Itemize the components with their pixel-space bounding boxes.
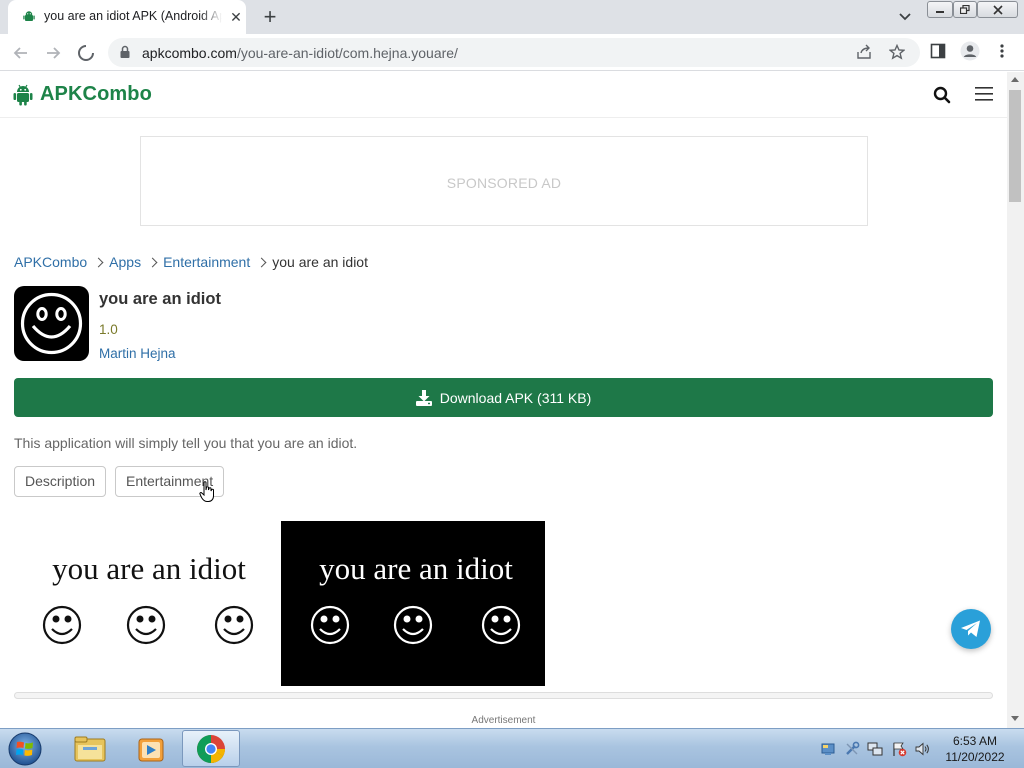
- restore-icon: [960, 5, 970, 14]
- browser-tab-strip: you are an idiot APK (Android App) - Fre…: [0, 0, 1024, 34]
- windows-start-button[interactable]: [5, 731, 45, 767]
- address-url: apkcombo.com/you-are-an-idiot/com.hejna.…: [142, 45, 458, 61]
- clock-date: 11/20/2022: [945, 750, 1005, 764]
- smiley-face-icon: [310, 605, 350, 645]
- url-host: apkcombo.com: [142, 45, 237, 61]
- android-robot-icon: [13, 84, 33, 106]
- lock-icon: [120, 45, 130, 58]
- folder-icon: [74, 736, 106, 762]
- smiley-face-icon: [481, 605, 521, 645]
- forward-arrow-icon[interactable]: [42, 42, 64, 64]
- breadcrumb-chevron-icon: [256, 257, 267, 267]
- apkcombo-logo[interactable]: APKCombo: [12, 81, 152, 107]
- download-icon: [415, 389, 432, 406]
- breadcrumb-current: you are an idiot: [272, 254, 368, 270]
- new-tab-button[interactable]: +: [258, 6, 282, 28]
- minimize-window-button[interactable]: [927, 1, 953, 18]
- windows-taskbar: 6:53 AM 11/20/2022: [0, 728, 1024, 768]
- chrome-icon: [197, 735, 225, 763]
- breadcrumb-chevron-icon: [147, 257, 158, 267]
- side-panel-icon[interactable]: [930, 42, 946, 60]
- web-page: APKCombo SPONSORED AD APKCombo Apps Ente…: [0, 72, 1007, 728]
- address-bar[interactable]: apkcombo.com/you-are-an-idiot/com.hejna.…: [108, 38, 920, 67]
- advertisement-label: Advertisement: [471, 715, 536, 726]
- app-screenshot-light[interactable]: you are an idiot: [14, 521, 278, 686]
- sponsored-ad-label: SPONSORED AD: [446, 175, 562, 191]
- telegram-icon: [961, 620, 980, 637]
- brand-name: APKCombo: [40, 82, 152, 105]
- browser-tab-active[interactable]: you are an idiot APK (Android App) - Fre…: [8, 0, 246, 34]
- back-arrow-icon[interactable]: [10, 42, 32, 64]
- profile-avatar-icon[interactable]: [960, 41, 980, 61]
- hand-pointer-cursor-icon: [199, 481, 214, 502]
- tray-volume-icon[interactable]: [914, 741, 930, 757]
- breadcrumb: APKCombo Apps Entertainment you are an i…: [14, 254, 368, 270]
- smiley-face-icon: [20, 292, 83, 355]
- tray-action-center-flag-icon[interactable]: [891, 741, 907, 757]
- taskbar-clock[interactable]: 6:53 AM 11/20/2022: [935, 733, 1015, 765]
- description-tag-button[interactable]: Description: [14, 466, 107, 497]
- content-divider: [14, 692, 993, 699]
- loading-spinner-icon[interactable]: [75, 42, 97, 64]
- page-scrollbar[interactable]: [1007, 72, 1024, 728]
- share-icon[interactable]: [856, 44, 872, 60]
- hamburger-menu-icon[interactable]: [975, 86, 993, 102]
- smiley-face-icon: [393, 605, 433, 645]
- taskbar-chrome-button[interactable]: [182, 730, 240, 767]
- breadcrumb-link-entertainment[interactable]: Entertainment: [163, 254, 250, 270]
- sponsored-ad-placeholder[interactable]: SPONSORED AD: [140, 136, 868, 226]
- app-title: you are an idiot: [99, 290, 221, 308]
- media-player-icon: [138, 738, 164, 762]
- tab-search-chevron-icon[interactable]: [896, 9, 914, 25]
- tray-network-icon[interactable]: [867, 741, 883, 757]
- breadcrumb-chevron-icon: [93, 257, 104, 267]
- screenshot-dark-graphic: you are an idiot: [310, 551, 521, 645]
- close-window-icon: [992, 5, 1003, 15]
- app-developer-link[interactable]: Martin Hejna: [99, 346, 176, 361]
- download-apk-label: Download APK (311 KB): [439, 389, 592, 406]
- tab-close-icon[interactable]: ✕: [228, 9, 244, 25]
- app-screenshot-dark[interactable]: you are an idiot: [281, 521, 545, 686]
- tab-title: you are an idiot APK (Android App) - Fre…: [44, 9, 222, 23]
- app-short-description: This application will simply tell you th…: [14, 435, 358, 451]
- minimize-icon: [936, 11, 944, 13]
- smiley-face-icon: [42, 605, 82, 645]
- bookmark-star-icon[interactable]: [889, 44, 905, 60]
- screenshot-dark-caption: you are an idiot: [319, 551, 513, 586]
- screenshot-light-graphic: you are an idiot: [42, 551, 254, 645]
- scroll-down-arrow-icon[interactable]: [1011, 716, 1019, 721]
- breadcrumb-link-apkcombo[interactable]: APKCombo: [14, 254, 87, 270]
- browser-toolbar: apkcombo.com/you-are-an-idiot/com.hejna.…: [0, 34, 1024, 71]
- tray-tools-icon[interactable]: [844, 741, 860, 757]
- telegram-share-button[interactable]: [951, 609, 991, 649]
- scroll-up-arrow-icon[interactable]: [1011, 77, 1019, 82]
- search-icon[interactable]: [933, 86, 951, 104]
- smiley-face-icon: [214, 605, 254, 645]
- site-header: APKCombo: [0, 72, 1007, 118]
- breadcrumb-link-apps[interactable]: Apps: [109, 254, 141, 270]
- download-apk-button[interactable]: Download APK (311 KB): [14, 378, 993, 417]
- taskbar-explorer-button[interactable]: [60, 730, 118, 767]
- screenshot-light-caption: you are an idiot: [52, 551, 246, 586]
- restore-window-button[interactable]: [953, 1, 977, 18]
- app-icon: [14, 286, 89, 361]
- clock-time: 6:53 AM: [952, 734, 998, 748]
- android-favicon-icon: [23, 11, 35, 21]
- tray-network-drive-icon[interactable]: [820, 741, 836, 757]
- url-path: /you-are-an-idiot/com.hejna.youare/: [236, 45, 458, 61]
- smiley-face-icon: [126, 605, 166, 645]
- scrollbar-thumb[interactable]: [1009, 90, 1021, 202]
- app-version: 1.0: [99, 322, 118, 337]
- close-window-button[interactable]: [977, 1, 1018, 18]
- browser-menu-kebab-icon[interactable]: [996, 42, 1008, 60]
- taskbar-media-player-button[interactable]: [121, 730, 179, 767]
